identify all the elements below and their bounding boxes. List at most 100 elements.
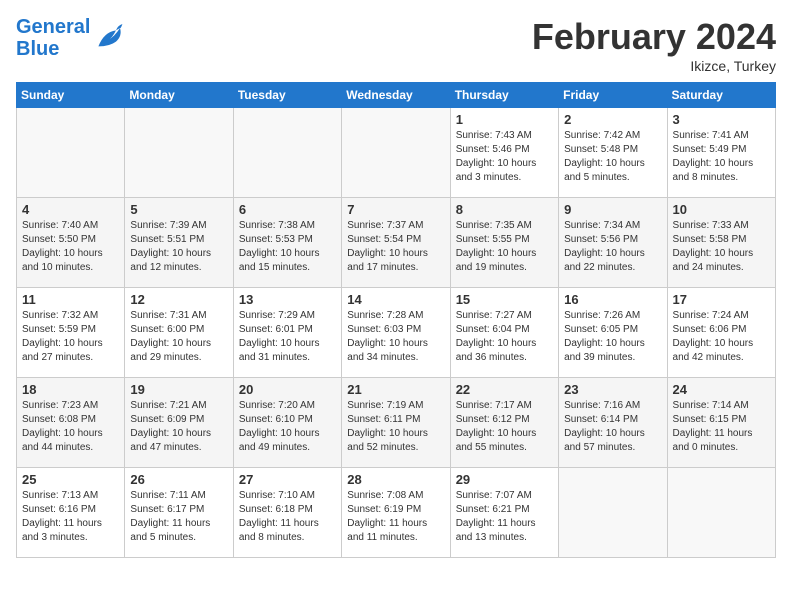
calendar-cell	[125, 108, 233, 198]
calendar-cell: 24 Sunrise: 7:14 AM Sunset: 6:15 PM Dayli…	[667, 378, 775, 468]
weekday-header-monday: Monday	[125, 83, 233, 108]
month-title: February 2024	[532, 16, 776, 58]
day-number: 8	[456, 202, 553, 217]
day-info: Sunrise: 7:08 AM Sunset: 6:19 PM Dayligh…	[347, 489, 444, 545]
day-number: 4	[22, 202, 119, 217]
day-info: Sunrise: 7:07 AM Sunset: 6:21 PM Dayligh…	[456, 489, 553, 545]
calendar-cell: 26 Sunrise: 7:11 AM Sunset: 6:17 PM Dayli…	[125, 468, 233, 558]
day-info: Sunrise: 7:42 AM Sunset: 5:48 PM Dayligh…	[564, 129, 661, 185]
day-number: 1	[456, 112, 553, 127]
day-info: Sunrise: 7:29 AM Sunset: 6:01 PM Dayligh…	[239, 309, 336, 365]
calendar-cell: 8 Sunrise: 7:35 AM Sunset: 5:55 PM Daylig…	[450, 198, 558, 288]
calendar-cell: 25 Sunrise: 7:13 AM Sunset: 6:16 PM Dayli…	[17, 468, 125, 558]
calendar-cell: 17 Sunrise: 7:24 AM Sunset: 6:06 PM Dayli…	[667, 288, 775, 378]
day-info: Sunrise: 7:26 AM Sunset: 6:05 PM Dayligh…	[564, 309, 661, 365]
calendar-cell	[342, 108, 450, 198]
calendar-week-row: 11 Sunrise: 7:32 AM Sunset: 5:59 PM Dayli…	[17, 288, 776, 378]
day-info: Sunrise: 7:13 AM Sunset: 6:16 PM Dayligh…	[22, 489, 119, 545]
calendar-cell: 15 Sunrise: 7:27 AM Sunset: 6:04 PM Dayli…	[450, 288, 558, 378]
day-info: Sunrise: 7:37 AM Sunset: 5:54 PM Dayligh…	[347, 219, 444, 275]
day-info: Sunrise: 7:16 AM Sunset: 6:14 PM Dayligh…	[564, 399, 661, 455]
weekday-header-thursday: Thursday	[450, 83, 558, 108]
day-number: 2	[564, 112, 661, 127]
day-number: 20	[239, 382, 336, 397]
calendar-cell: 29 Sunrise: 7:07 AM Sunset: 6:21 PM Dayli…	[450, 468, 558, 558]
day-number: 7	[347, 202, 444, 217]
calendar-cell: 3 Sunrise: 7:41 AM Sunset: 5:49 PM Daylig…	[667, 108, 775, 198]
calendar-cell	[667, 468, 775, 558]
day-number: 26	[130, 472, 227, 487]
day-number: 13	[239, 292, 336, 307]
day-number: 19	[130, 382, 227, 397]
calendar-cell: 16 Sunrise: 7:26 AM Sunset: 6:05 PM Dayli…	[559, 288, 667, 378]
day-number: 29	[456, 472, 553, 487]
day-number: 24	[673, 382, 770, 397]
day-number: 5	[130, 202, 227, 217]
day-number: 9	[564, 202, 661, 217]
weekday-header-tuesday: Tuesday	[233, 83, 341, 108]
day-info: Sunrise: 7:23 AM Sunset: 6:08 PM Dayligh…	[22, 399, 119, 455]
calendar-week-row: 4 Sunrise: 7:40 AM Sunset: 5:50 PM Daylig…	[17, 198, 776, 288]
day-info: Sunrise: 7:19 AM Sunset: 6:11 PM Dayligh…	[347, 399, 444, 455]
calendar-cell	[233, 108, 341, 198]
day-info: Sunrise: 7:28 AM Sunset: 6:03 PM Dayligh…	[347, 309, 444, 365]
location-text: Ikizce, Turkey	[532, 58, 776, 74]
day-number: 21	[347, 382, 444, 397]
calendar-cell: 20Sunrise: 7:20 AM Sunset: 6:10 PM Dayli…	[233, 378, 341, 468]
page-header: General Blue February 2024 Ikizce, Turke…	[16, 16, 776, 74]
calendar-week-row: 18Sunrise: 7:23 AM Sunset: 6:08 PM Dayli…	[17, 378, 776, 468]
weekday-header-saturday: Saturday	[667, 83, 775, 108]
calendar-cell: 10Sunrise: 7:33 AM Sunset: 5:58 PM Dayli…	[667, 198, 775, 288]
day-number: 12	[130, 292, 227, 307]
calendar-week-row: 1 Sunrise: 7:43 AM Sunset: 5:46 PM Daylig…	[17, 108, 776, 198]
calendar-cell	[17, 108, 125, 198]
day-number: 25	[22, 472, 119, 487]
calendar-cell: 22Sunrise: 7:17 AM Sunset: 6:12 PM Dayli…	[450, 378, 558, 468]
day-info: Sunrise: 7:14 AM Sunset: 6:15 PM Dayligh…	[673, 399, 770, 455]
calendar-cell: 9 Sunrise: 7:34 AM Sunset: 5:56 PM Daylig…	[559, 198, 667, 288]
day-info: Sunrise: 7:33 AM Sunset: 5:58 PM Dayligh…	[673, 219, 770, 275]
weekday-header-wednesday: Wednesday	[342, 83, 450, 108]
calendar-cell: 5 Sunrise: 7:39 AM Sunset: 5:51 PM Daylig…	[125, 198, 233, 288]
logo-bird-icon	[92, 24, 124, 52]
day-info: Sunrise: 7:38 AM Sunset: 5:53 PM Dayligh…	[239, 219, 336, 275]
day-number: 11	[22, 292, 119, 307]
day-info: Sunrise: 7:39 AM Sunset: 5:51 PM Dayligh…	[130, 219, 227, 275]
logo-blue: Blue	[16, 38, 90, 60]
calendar-cell: 4 Sunrise: 7:40 AM Sunset: 5:50 PM Daylig…	[17, 198, 125, 288]
calendar-cell: 11 Sunrise: 7:32 AM Sunset: 5:59 PM Dayli…	[17, 288, 125, 378]
day-info: Sunrise: 7:41 AM Sunset: 5:49 PM Dayligh…	[673, 129, 770, 185]
day-number: 16	[564, 292, 661, 307]
weekday-header-row: SundayMondayTuesdayWednesdayThursdayFrid…	[17, 83, 776, 108]
day-info: Sunrise: 7:27 AM Sunset: 6:04 PM Dayligh…	[456, 309, 553, 365]
calendar-cell: 1 Sunrise: 7:43 AM Sunset: 5:46 PM Daylig…	[450, 108, 558, 198]
calendar-cell	[559, 468, 667, 558]
weekday-header-sunday: Sunday	[17, 83, 125, 108]
title-block: February 2024 Ikizce, Turkey	[532, 16, 776, 74]
day-info: Sunrise: 7:32 AM Sunset: 5:59 PM Dayligh…	[22, 309, 119, 365]
day-info: Sunrise: 7:40 AM Sunset: 5:50 PM Dayligh…	[22, 219, 119, 275]
calendar-cell: 18Sunrise: 7:23 AM Sunset: 6:08 PM Dayli…	[17, 378, 125, 468]
calendar-cell: 2 Sunrise: 7:42 AM Sunset: 5:48 PM Daylig…	[559, 108, 667, 198]
day-number: 3	[673, 112, 770, 127]
day-info: Sunrise: 7:21 AM Sunset: 6:09 PM Dayligh…	[130, 399, 227, 455]
day-number: 15	[456, 292, 553, 307]
day-number: 23	[564, 382, 661, 397]
day-number: 22	[456, 382, 553, 397]
day-info: Sunrise: 7:34 AM Sunset: 5:56 PM Dayligh…	[564, 219, 661, 275]
logo: General Blue	[16, 16, 124, 60]
day-info: Sunrise: 7:35 AM Sunset: 5:55 PM Dayligh…	[456, 219, 553, 275]
day-info: Sunrise: 7:11 AM Sunset: 6:17 PM Dayligh…	[130, 489, 227, 545]
day-number: 28	[347, 472, 444, 487]
calendar-cell: 21 Sunrise: 7:19 AM Sunset: 6:11 PM Dayli…	[342, 378, 450, 468]
day-number: 6	[239, 202, 336, 217]
calendar-cell: 28 Sunrise: 7:08 AM Sunset: 6:19 PM Dayli…	[342, 468, 450, 558]
day-info: Sunrise: 7:43 AM Sunset: 5:46 PM Dayligh…	[456, 129, 553, 185]
calendar-cell: 7 Sunrise: 7:37 AM Sunset: 5:54 PM Daylig…	[342, 198, 450, 288]
day-number: 14	[347, 292, 444, 307]
day-info: Sunrise: 7:24 AM Sunset: 6:06 PM Dayligh…	[673, 309, 770, 365]
day-number: 17	[673, 292, 770, 307]
calendar-table: SundayMondayTuesdayWednesdayThursdayFrid…	[16, 82, 776, 558]
day-info: Sunrise: 7:31 AM Sunset: 6:00 PM Dayligh…	[130, 309, 227, 365]
calendar-cell: 23 Sunrise: 7:16 AM Sunset: 6:14 PM Dayli…	[559, 378, 667, 468]
